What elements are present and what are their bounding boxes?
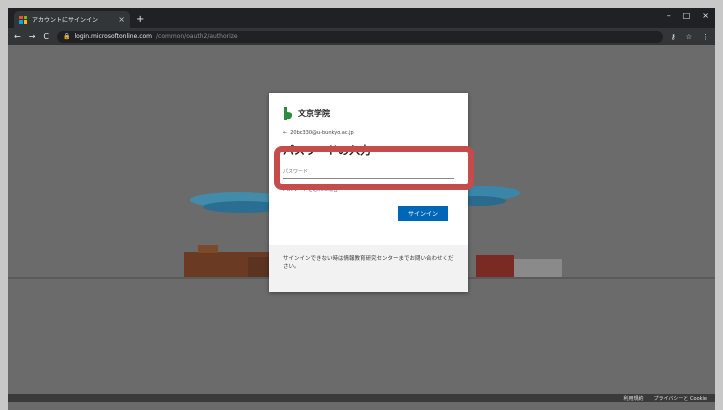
back-arrow-icon[interactable]: ← [283, 130, 287, 136]
microsoft-logo-icon [19, 15, 27, 24]
close-tab-icon[interactable]: × [118, 15, 125, 24]
tab-strip: アカウントにサインイン × + – □ × [8, 8, 715, 28]
highlight-box [274, 146, 474, 190]
browser-toolbar: ← → C 🔒 login.microsoftonline.com /commo… [8, 28, 715, 45]
account-email: 20bc330@u-bunkyo.ac.jp [290, 130, 354, 136]
url-path: /common/oauth2/authorize [156, 33, 238, 40]
star-icon[interactable]: ☆ [686, 33, 692, 41]
account-row[interactable]: ← 20bc330@u-bunkyo.ac.jp [283, 130, 454, 136]
menu-icon[interactable]: ⋮ [702, 33, 709, 41]
close-window-icon[interactable]: × [702, 11, 709, 20]
bunkyo-logo-icon [284, 107, 293, 120]
back-icon[interactable]: ← [14, 32, 21, 41]
maximize-icon[interactable]: □ [683, 11, 691, 20]
privacy-link[interactable]: プライバシーと Cookie [654, 395, 707, 402]
terms-link[interactable]: 利用規約 [624, 395, 644, 402]
window-controls: – □ × [667, 11, 709, 20]
lock-icon: 🔒 [63, 33, 71, 40]
card-footer-text: サインインできない時は情報教育研究センターまでお問い合わせください。 [269, 245, 468, 292]
forward-icon[interactable]: → [29, 32, 36, 41]
new-tab-button[interactable]: + [136, 14, 144, 25]
key-icon[interactable]: ⚷ [671, 33, 676, 41]
signin-button[interactable]: サインイン [398, 206, 448, 221]
address-bar[interactable]: 🔒 login.microsoftonline.com /common/oaut… [57, 30, 663, 43]
tab-title: アカウントにサインイン [32, 17, 99, 24]
org-logo-row: 文京学院 [283, 107, 454, 120]
url-host: login.microsoftonline.com [74, 33, 153, 40]
toolbar-actions: ⚷ ☆ ⋮ [671, 33, 709, 41]
reload-icon[interactable]: C [43, 32, 49, 41]
browser-tab[interactable]: アカウントにサインイン × [14, 11, 130, 28]
org-name: 文京学院 [298, 109, 330, 118]
minimize-icon[interactable]: – [667, 11, 671, 20]
screen-frame: アカウントにサインイン × + – □ × ← → C 🔒 login.micr… [8, 8, 715, 410]
signin-card: 文京学院 ← 20bc330@u-bunkyo.ac.jp パスワードの入力 パ… [269, 93, 468, 292]
page-footer: 利用規約 プライバシーと Cookie [8, 394, 715, 402]
